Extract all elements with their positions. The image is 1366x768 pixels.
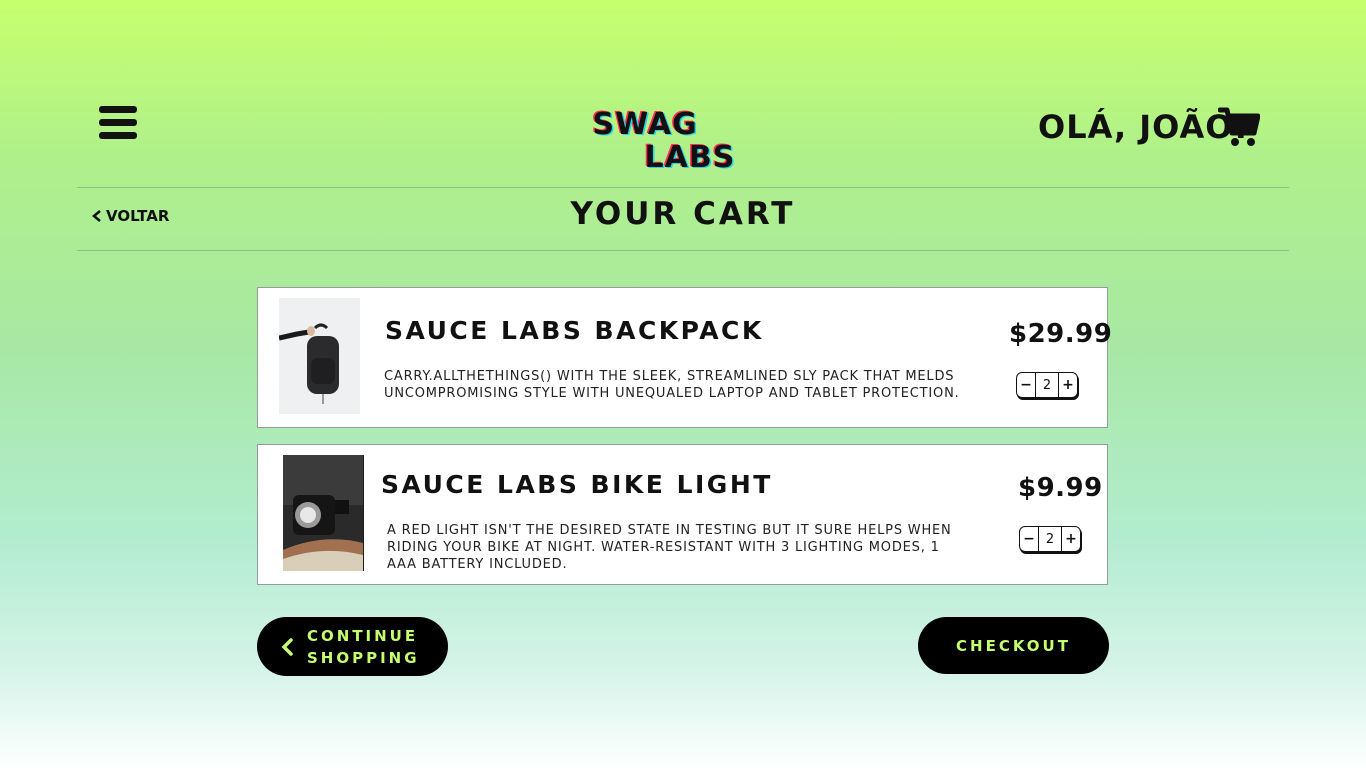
item-description: A RED LIGHT ISN'T THE DESIRED STATE IN T… — [387, 523, 952, 572]
subheader-divider — [77, 250, 1289, 251]
continue-label-line2: SHOPPING — [307, 648, 420, 667]
chevron-left-icon — [281, 637, 293, 656]
cart-item: SAUCE LABS BIKE LIGHT A RED LIGHT ISN'T … — [257, 444, 1108, 585]
item-name[interactable]: SAUCE LABS BACKPACK — [385, 316, 764, 345]
svg-text:LABS: LABS — [645, 140, 736, 172]
decrease-quantity-button[interactable]: − — [1020, 527, 1038, 551]
decrease-quantity-button[interactable]: − — [1017, 373, 1035, 397]
backpack-photo[interactable] — [279, 298, 360, 414]
page-title: YOUR CART — [570, 196, 796, 232]
checkout-button[interactable]: CHECKOUT — [918, 617, 1109, 674]
swag-labs-logo: SWAG SWAG SWAG LABS LABS LABS — [591, 106, 736, 172]
header-divider — [77, 187, 1289, 188]
quantity-value: 2 — [1038, 527, 1062, 551]
quantity-stepper: − 2 + — [1019, 526, 1081, 552]
item-name[interactable]: SAUCE LABS BIKE LIGHT — [381, 470, 773, 499]
increase-quantity-button[interactable]: + — [1062, 527, 1080, 551]
svg-text:SWAG: SWAG — [593, 107, 698, 142]
item-description: CARRY.ALLTHETHINGS() WITH THE SLEEK, STR… — [384, 369, 960, 401]
bike-light-photo[interactable] — [283, 455, 364, 571]
quantity-stepper: − 2 + — [1016, 372, 1078, 398]
continue-label-line1: CONTINUE — [307, 626, 419, 645]
shopping-cart-icon[interactable] — [1218, 106, 1260, 148]
item-price: $9.99 — [1018, 473, 1103, 503]
increase-quantity-button[interactable]: + — [1059, 373, 1077, 397]
hamburger-menu-icon[interactable] — [99, 106, 137, 140]
continue-shopping-button[interactable]: CONTINUE SHOPPING — [257, 617, 448, 676]
item-price: $29.99 — [1009, 319, 1113, 349]
quantity-value: 2 — [1035, 373, 1059, 397]
cart-item: SAUCE LABS BACKPACK CARRY.ALLTHETHINGS()… — [257, 287, 1112, 428]
